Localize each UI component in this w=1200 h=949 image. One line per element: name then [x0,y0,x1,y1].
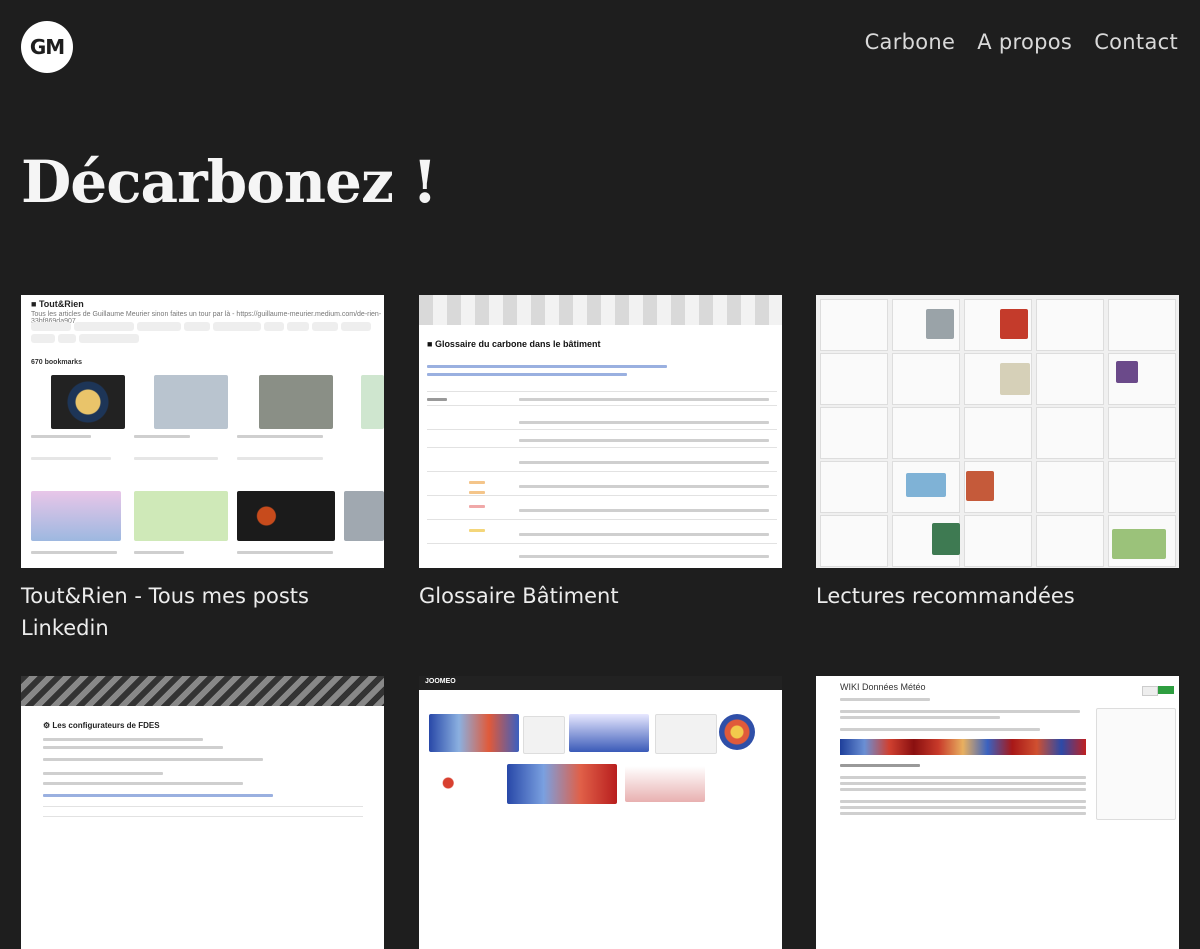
project-card-glossaire[interactable]: ■ Glossaire du carbone dans le bâtiment … [419,295,782,612]
card-thumbnail: ■ Tout&Rien Tous les articles de Guillau… [21,295,384,568]
thumb-tile [259,375,333,429]
thumb-title: ■ Glossaire du carbone dans le bâtiment [427,339,601,349]
thumb-tile [237,491,335,541]
card-thumbnail [816,295,1179,568]
thumb-tile [154,375,228,429]
page-title: Décarbonez ! [21,148,438,216]
thumb-title: ■ Tout&Rien [31,299,84,309]
project-card-joomeo[interactable]: JOOMEO [419,676,782,949]
project-card-wiki-meteo[interactable]: WIKI Données Météo [816,676,1179,949]
thumb-tile [51,375,125,429]
card-caption[interactable]: Tout&Rien - Tous mes posts Linkedin [21,580,384,644]
card-thumbnail: ⚙ Les configurateurs de FDES [21,676,384,949]
thumb-brand: JOOMEO [425,678,456,685]
card-thumbnail: WIKI Données Météo [816,676,1179,949]
nav-link-contact[interactable]: Contact [1094,30,1178,54]
thumb-title: WIKI Données Météo [840,682,926,692]
thumb-title: ⚙ Les configurateurs de FDES [43,721,160,730]
nav-link-a-propos[interactable]: A propos [977,30,1072,54]
project-card-tout-et-rien[interactable]: ■ Tout&Rien Tous les articles de Guillau… [21,295,384,644]
thumb-tile [344,491,384,541]
card-caption[interactable]: Glossaire Bâtiment [419,580,782,612]
nav-link-carbone[interactable]: Carbone [865,30,956,54]
site-logo[interactable]: GM [21,21,73,73]
card-thumbnail: ■ Glossaire du carbone dans le bâtiment [419,295,782,568]
thumb-tile [134,491,228,541]
card-thumbnail: JOOMEO [419,676,782,949]
thumb-tags [31,322,381,343]
card-caption[interactable]: Lectures recommandées [816,580,1179,612]
site-header: GM Carbone A propos Contact [0,0,1200,95]
thumb-heatmap [840,739,1086,755]
project-card-lectures[interactable]: Lectures recommandées [816,295,1179,612]
thumb-tile [31,491,121,541]
project-card-configurateurs-fdes[interactable]: ⚙ Les configurateurs de FDES [21,676,384,949]
main-nav: Carbone A propos Contact [865,30,1178,54]
thumb-tile [361,375,384,429]
thumb-count: 670 bookmarks [31,359,82,366]
